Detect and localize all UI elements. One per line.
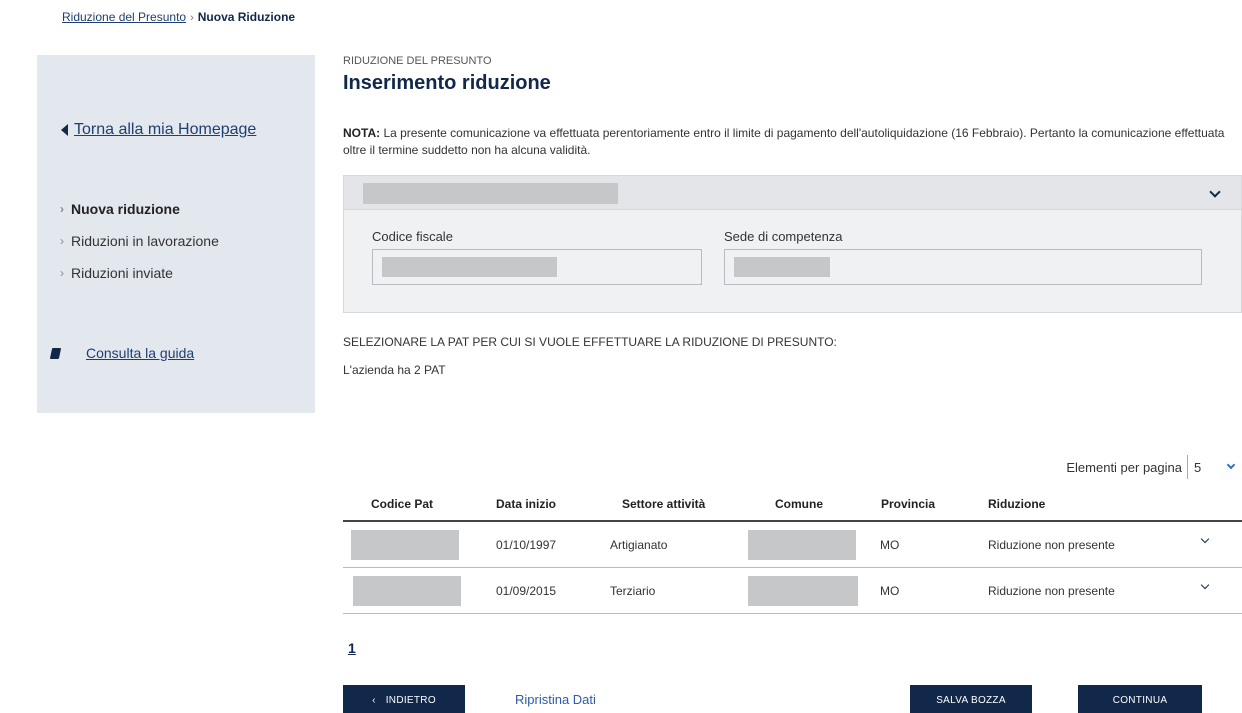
sidebar-item-label: Riduzioni inviate [71,265,173,281]
sidebar-item-label: Nuova riduzione [71,201,180,217]
sidebar-nav: › Nuova riduzione › Riduzioni in lavoraz… [60,193,219,289]
redacted-company-name [363,183,618,204]
codice-fiscale-field [372,249,702,285]
sidebar-item-riduzioni-lavorazione[interactable]: › Riduzioni in lavorazione [60,225,219,257]
chevron-right-icon: › [60,202,64,216]
cell-settore: Artigianato [610,538,668,552]
chevron-right-icon: › [60,266,64,280]
column-header-comune: Comune [775,497,823,511]
page-overline: RIDUZIONE DEL PRESUNTO [343,55,492,67]
per-page-label: Elementi per pagina [1066,459,1182,475]
chevron-down-icon [1226,460,1236,470]
redacted-value [382,257,557,277]
codice-fiscale-label: Codice fiscale [372,229,453,244]
pat-count: L'azienda ha 2 PAT [343,363,446,377]
consulta-guida-link[interactable]: Consulta la guida [49,345,195,361]
sidebar-item-label: Riduzioni in lavorazione [71,233,219,249]
column-header-codice-pat: Codice Pat [371,497,434,511]
breadcrumb: Riduzione del Presunto › Nuova Riduzione [62,10,295,24]
sidebar: Torna alla mia Homepage › Nuova riduzion… [37,55,315,413]
column-header-riduzione: Riduzione [988,497,1046,511]
pat-table: Codice Pat Data inizio Settore attività … [343,490,1242,614]
pagination-page-1[interactable]: 1 [348,640,356,656]
note-text: NOTA: La presente comunicazione va effet… [343,125,1242,159]
redacted-codice-pat [351,530,459,560]
chevron-left-icon: ‹ [372,694,376,706]
per-page-value: 5 [1194,459,1202,475]
chevron-down-icon[interactable] [1200,580,1210,590]
chevron-down-icon[interactable] [1200,534,1210,544]
table-row[interactable]: 01/10/1997 Artigianato MO Riduzione non … [343,522,1242,568]
cell-riduzione: Riduzione non presente [988,584,1115,598]
redacted-value [734,257,830,277]
cell-data-inizio: 01/09/2015 [496,584,557,598]
sede-competenza-field [724,249,1202,285]
sidebar-item-riduzioni-inviate[interactable]: › Riduzioni inviate [60,257,219,289]
chevron-right-icon: › [60,234,64,248]
note-label: NOTA: [343,126,381,140]
save-draft-button[interactable]: SALVA BOZZA [910,685,1032,713]
caret-left-icon [61,124,68,136]
breadcrumb-current: Nuova Riduzione [197,10,296,24]
cell-settore: Terziario [610,584,656,598]
back-button-label: INDIETRO [385,694,436,706]
note-body: La presente comunicazione va effettuata … [343,126,1225,157]
redacted-comune [748,530,856,560]
main-content: RIDUZIONE DEL PRESUNTO Inserimento riduz… [343,0,1242,713]
cell-riduzione: Riduzione non presente [988,538,1115,552]
cell-provincia: MO [880,584,900,598]
table-row[interactable]: 01/09/2015 Terziario MO Riduzione non pr… [343,568,1242,614]
redacted-comune [748,576,858,606]
breadcrumb-link-riduzione-presunto[interactable]: Riduzione del Presunto [62,10,186,24]
company-panel-header[interactable] [344,176,1241,210]
page-title: Inserimento riduzione [343,72,551,94]
cell-provincia: MO [880,538,900,552]
redacted-codice-pat [353,576,461,606]
pat-selection-instruction: SELEZIONARE LA PAT PER CUI SI VUOLE EFFE… [343,335,837,349]
consulta-guida-label: Consulta la guida [86,345,195,361]
continue-button[interactable]: CONTINUA [1078,685,1202,713]
sede-competenza-label: Sede di competenza [724,229,843,244]
back-to-homepage-label: Torna alla mia Homepage [74,121,257,138]
column-header-provincia: Provincia [881,497,936,511]
per-page-select[interactable]: 5 [1187,455,1242,479]
sidebar-item-nuova-riduzione[interactable]: › Nuova riduzione [60,193,219,225]
column-header-settore: Settore attività [622,497,706,511]
cell-data-inizio: 01/10/1997 [496,538,557,552]
company-panel: Codice fiscale Sede di competenza [343,175,1242,313]
table-header: Codice Pat Data inizio Settore attività … [343,490,1242,522]
breadcrumb-separator: › [190,12,194,24]
chevron-down-icon[interactable] [1209,186,1221,198]
book-icon [49,347,62,359]
reset-data-link[interactable]: Ripristina Dati [515,692,596,707]
back-to-homepage-link[interactable]: Torna alla mia Homepage [61,121,256,139]
per-page-control: Elementi per pagina 5 [1066,455,1242,479]
back-button[interactable]: ‹ INDIETRO [343,685,465,713]
column-header-data-inizio: Data inizio [496,497,557,511]
